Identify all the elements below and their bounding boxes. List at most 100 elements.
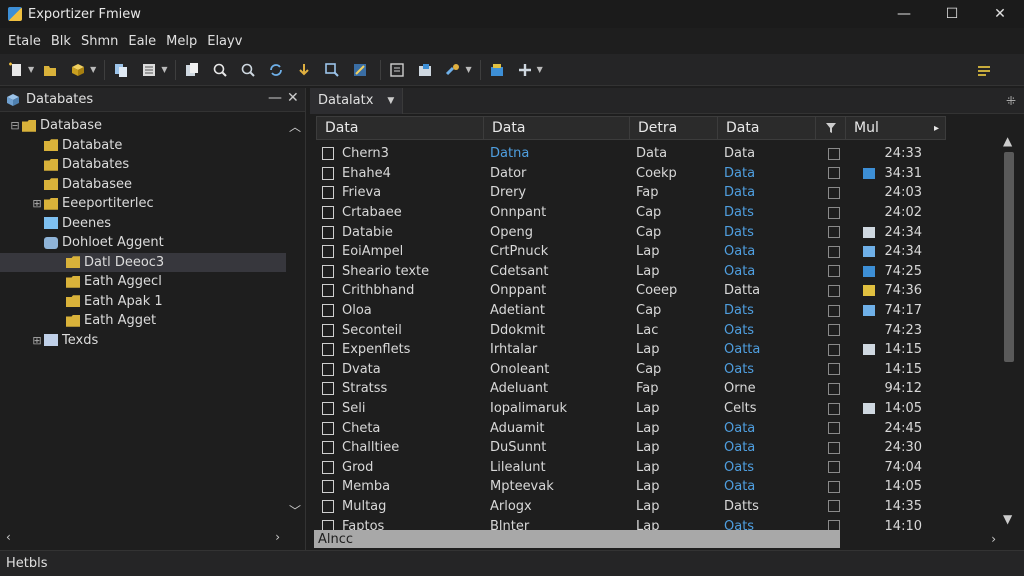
table-row[interactable]: EoiAmpel CrtPnuck Lap Oata 24:34 bbox=[316, 242, 1004, 262]
row-checkbox[interactable] bbox=[828, 441, 840, 454]
tree-item[interactable]: Eath Apak 1 bbox=[0, 292, 286, 312]
database-icon[interactable] bbox=[66, 58, 90, 82]
row-checkbox[interactable] bbox=[828, 284, 840, 297]
scroll-right-icon[interactable]: › bbox=[991, 532, 996, 546]
minimize-button[interactable]: — bbox=[880, 0, 928, 28]
chevron-down-icon[interactable]: ▼ bbox=[90, 65, 96, 74]
tree-item[interactable]: Eath Aggecl bbox=[0, 272, 286, 292]
scroll-down-icon[interactable]: ▼ bbox=[1003, 512, 1012, 526]
table-row[interactable]: Databie Openg Cap Dats 24:34 bbox=[316, 222, 1004, 242]
row-checkbox[interactable] bbox=[828, 226, 840, 239]
column-header[interactable]: Data bbox=[718, 116, 816, 140]
tools-icon[interactable] bbox=[348, 58, 372, 82]
grid-horizontal-scrollbar[interactable]: Alncc › bbox=[310, 529, 1024, 549]
row-checkbox[interactable] bbox=[828, 402, 840, 415]
tree-item[interactable]: Eath Agget bbox=[0, 311, 286, 331]
menu-item-file[interactable]: Etale bbox=[4, 34, 45, 49]
tree-vertical-scrollbar[interactable]: ︿ ﹀ bbox=[286, 116, 304, 520]
list-icon[interactable] bbox=[137, 58, 161, 82]
chevron-down-icon[interactable]: ▼ bbox=[465, 65, 471, 74]
export-icon[interactable] bbox=[413, 58, 437, 82]
pin-icon[interactable]: ⁜ bbox=[1006, 94, 1016, 108]
row-checkbox[interactable] bbox=[828, 265, 840, 278]
table-row[interactable]: Oloa Adetiant Cap Dats 74:17 bbox=[316, 301, 1004, 321]
table-row[interactable]: Sheario texte Cdetsant Lap Oata 74:25 bbox=[316, 262, 1004, 282]
close-button[interactable]: ✕ bbox=[976, 0, 1024, 28]
calculator-icon[interactable] bbox=[385, 58, 409, 82]
add-icon[interactable] bbox=[513, 58, 537, 82]
menu-item-layout[interactable]: Elayv bbox=[203, 34, 246, 49]
row-checkbox[interactable] bbox=[828, 382, 840, 395]
package-icon[interactable] bbox=[485, 58, 509, 82]
expand-toggle-icon[interactable]: ⊟ bbox=[8, 119, 22, 132]
row-checkbox[interactable] bbox=[828, 324, 840, 337]
table-row[interactable]: Cheta Aduamit Lap Oata 24:45 bbox=[316, 418, 1004, 438]
tree-item[interactable]: Deenes bbox=[0, 214, 286, 234]
download-icon[interactable] bbox=[292, 58, 316, 82]
chevron-down-icon[interactable]: ▼ bbox=[28, 65, 34, 74]
table-row[interactable]: Challtiee DuSunnt Lap Oata 24:30 bbox=[316, 438, 1004, 458]
table-row[interactable]: Seconteil Ddokmit Lac Oats 74:23 bbox=[316, 320, 1004, 340]
table-row[interactable]: Frieva Drery Fap Data 24:03 bbox=[316, 183, 1004, 203]
expand-toggle-icon[interactable]: ⊞ bbox=[30, 197, 44, 210]
grid-footer-label[interactable]: Alncc bbox=[314, 530, 840, 548]
close-panel-icon[interactable]: ✕ bbox=[287, 90, 299, 106]
row-checkbox[interactable] bbox=[828, 186, 840, 199]
tree-item[interactable]: ⊟ Database bbox=[0, 116, 286, 136]
paste-icon[interactable] bbox=[180, 58, 204, 82]
tree-item[interactable]: Databates bbox=[0, 155, 286, 175]
row-checkbox[interactable] bbox=[828, 500, 840, 513]
column-header[interactable]: Data bbox=[316, 116, 484, 140]
maximize-button[interactable]: ☐ bbox=[928, 0, 976, 28]
tab-datalatx[interactable]: Datalatx ▼ bbox=[310, 87, 404, 114]
table-row[interactable]: Stratss Adeluant Fap Orne 94:12 bbox=[316, 379, 1004, 399]
table-row[interactable]: Seli Iopalimaruk Lap Celts 14:05 bbox=[316, 399, 1004, 419]
row-checkbox[interactable] bbox=[828, 304, 840, 317]
menu-item-help[interactable]: Melp bbox=[162, 34, 201, 49]
table-row[interactable]: Expenflets Irhtalar Lap Oatta 14:15 bbox=[316, 340, 1004, 360]
scrollbar-thumb[interactable] bbox=[1004, 152, 1014, 362]
chevron-down-icon[interactable]: ▼ bbox=[537, 65, 543, 74]
table-row[interactable]: Multag Arlogx Lap Datts 14:35 bbox=[316, 497, 1004, 517]
row-checkbox[interactable] bbox=[828, 461, 840, 474]
column-header[interactable]: Data bbox=[484, 116, 630, 140]
table-row[interactable]: Chern3 Datna Data Data 24:33 bbox=[316, 144, 1004, 164]
chevron-down-icon[interactable]: ▼ bbox=[161, 65, 167, 74]
refresh-icon[interactable] bbox=[264, 58, 288, 82]
scroll-up-icon[interactable]: ▲ bbox=[1003, 134, 1012, 148]
scroll-right-icon[interactable]: › bbox=[275, 530, 280, 544]
search-icon[interactable] bbox=[208, 58, 232, 82]
row-checkbox[interactable] bbox=[828, 343, 840, 356]
tree-item[interactable]: Databate bbox=[0, 136, 286, 156]
expand-toggle-icon[interactable]: ⊞ bbox=[30, 334, 44, 347]
scroll-down-icon[interactable]: ﹀ bbox=[289, 502, 301, 519]
tree-horizontal-scrollbar[interactable]: ‹ › bbox=[0, 528, 286, 546]
table-row[interactable]: Crtabaee Onnpant Cap Dats 24:02 bbox=[316, 203, 1004, 223]
row-checkbox[interactable] bbox=[828, 480, 840, 493]
table-row[interactable]: Ehahe4 Dator Coekp Data 34:31 bbox=[316, 164, 1004, 184]
row-checkbox[interactable] bbox=[828, 167, 840, 180]
table-row[interactable]: Memba Mpteevak Lap Oata 14:05 bbox=[316, 477, 1004, 497]
row-checkbox[interactable] bbox=[828, 206, 840, 219]
column-header[interactable]: Detra bbox=[630, 116, 718, 140]
table-row[interactable]: Crithbhand Onppant Coeep Datta 74:36 bbox=[316, 281, 1004, 301]
tree-item[interactable]: ⊞ Eeeportiterlec bbox=[0, 194, 286, 214]
column-resize-icon[interactable]: ▸ bbox=[934, 123, 939, 134]
table-row[interactable]: Grod Lilealunt Lap Oats 74:04 bbox=[316, 458, 1004, 478]
menu-item-edit[interactable]: Blk bbox=[47, 34, 75, 49]
filter-icon[interactable] bbox=[816, 116, 846, 140]
row-checkbox[interactable] bbox=[828, 422, 840, 435]
scroll-left-icon[interactable]: ‹ bbox=[6, 530, 11, 544]
tree-item[interactable]: Databasee bbox=[0, 175, 286, 195]
tree-item[interactable]: Dohloet Aggent bbox=[0, 233, 286, 253]
scroll-up-icon[interactable]: ︿ bbox=[289, 118, 301, 135]
menu-item-view[interactable]: Shmn bbox=[77, 34, 122, 49]
column-header[interactable]: Mul ▸ bbox=[846, 116, 946, 140]
copy-icon[interactable] bbox=[109, 58, 133, 82]
minimize-panel-icon[interactable]: — bbox=[268, 90, 282, 106]
options-icon[interactable] bbox=[972, 58, 996, 82]
menu-item-tools[interactable]: Eale bbox=[124, 34, 160, 49]
row-checkbox[interactable] bbox=[828, 245, 840, 258]
tree-item[interactable]: Datl Deeoc3 bbox=[0, 252, 286, 272]
table-row[interactable]: Dvata Onoleant Cap Oats 14:15 bbox=[316, 360, 1004, 380]
